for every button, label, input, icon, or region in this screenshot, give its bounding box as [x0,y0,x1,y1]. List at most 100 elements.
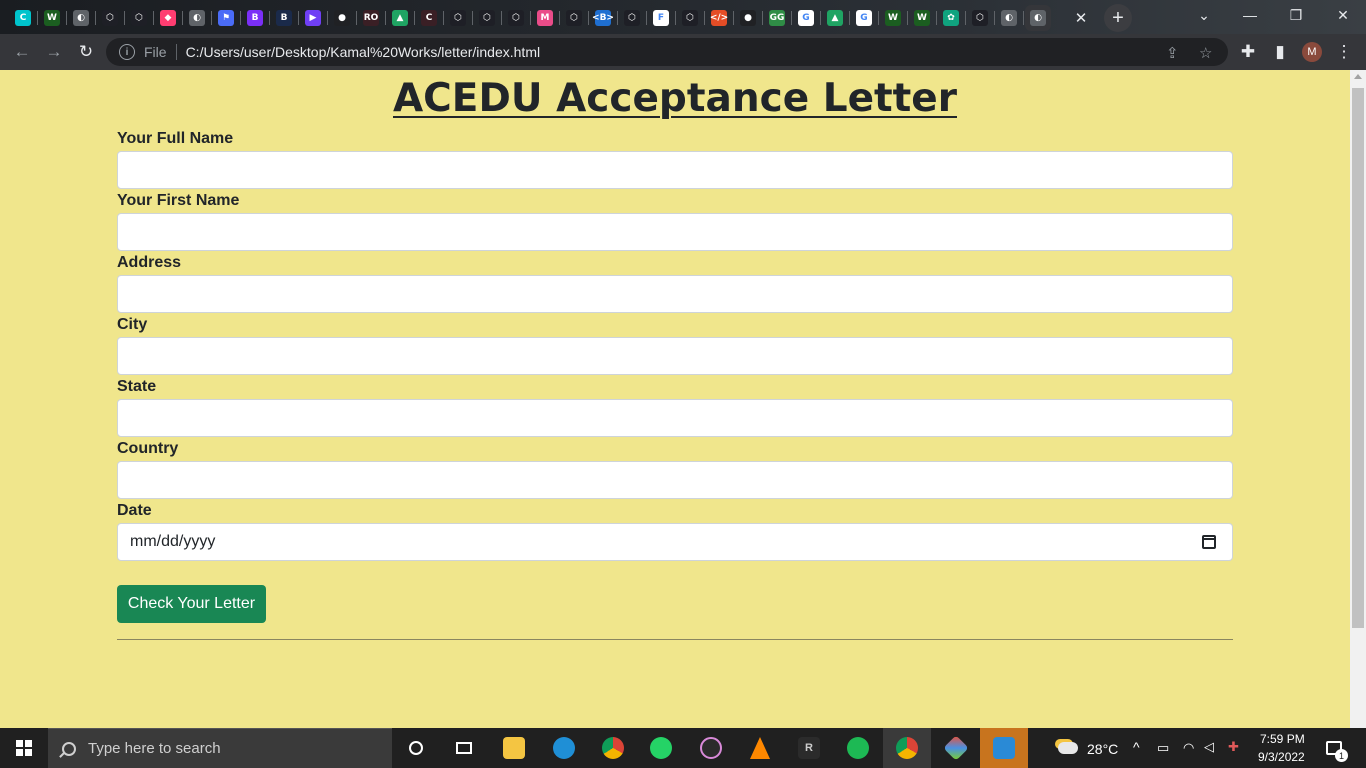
browser-tab[interactable]: ⬡ [967,5,993,31]
groove-music-icon[interactable] [695,732,727,764]
git-icon[interactable] [940,732,972,764]
volume-icon[interactable]: ◁ [1204,739,1214,755]
full-name-input[interactable] [117,151,1233,189]
extensions-puzzle-icon[interactable]: ✚ [1234,38,1262,66]
browser-tab[interactable]: F [648,5,674,31]
date-placeholder: mm/dd/yyyy [130,533,216,550]
scroll-thumb[interactable] [1352,88,1364,628]
taskbar-search-box[interactable]: Type here to search [48,728,392,768]
country-input[interactable] [117,461,1233,499]
browser-tab[interactable]: ⬡ [619,5,645,31]
browser-tab[interactable]: B [271,5,297,31]
clock-date[interactable]: 9/3/2022 [1258,750,1305,764]
close-tab-icon[interactable]: ✕ [1068,5,1094,31]
cortana-icon[interactable] [400,732,432,764]
browser-tab[interactable]: W [909,5,935,31]
webflow-icon: W [914,10,930,26]
vlc-icon[interactable] [744,732,776,764]
chrome-icon[interactable] [597,732,629,764]
browser-tab[interactable]: M [532,5,558,31]
profile-avatar[interactable]: M [1302,42,1322,62]
scroll-up-arrow-icon[interactable] [1354,74,1362,79]
browser-tab[interactable]: C [416,5,442,31]
file-explorer-icon[interactable] [498,732,530,764]
country-label: Country [117,440,179,457]
back-arrow-icon[interactable]: ← [8,38,36,66]
browser-tab[interactable]: ⬡ [503,5,529,31]
browser-tab[interactable]: ⬡ [561,5,587,31]
browser-tab[interactable]: ◐ [996,5,1022,31]
browser-tab[interactable]: ● [735,5,761,31]
tab-separator [153,11,154,25]
globe-icon: ◐ [73,10,89,26]
browser-tab[interactable]: G [793,5,819,31]
browser-tab[interactable]: B [242,5,268,31]
new-tab-button[interactable]: + [1104,4,1132,32]
browser-tab[interactable]: GG [764,5,790,31]
edge-icon[interactable] [548,732,580,764]
tab-search-chevron-icon[interactable]: ⌄ [1181,0,1227,30]
browser-tab[interactable]: ⬡ [445,5,471,31]
tray-chevron-up-icon[interactable]: ^ [1133,739,1140,755]
forward-arrow-icon[interactable]: → [40,38,68,66]
browser-tab[interactable]: ✿ [938,5,964,31]
start-button[interactable] [0,728,48,768]
share-icon[interactable]: ⇪ [1166,44,1179,62]
state-input[interactable] [117,399,1233,437]
task-view-icon[interactable] [448,732,480,764]
browser-tab[interactable]: </> [706,5,732,31]
info-icon[interactable]: i [119,44,135,60]
browser-tab[interactable]: ◐ [1025,5,1051,31]
browser-tab[interactable]: ◐ [184,5,210,31]
notification-icon[interactable]: 1 [1318,732,1350,764]
address-bar[interactable]: i File C:/Users/user/Desktop/Kamal%20Wor… [106,38,1228,66]
battery-icon[interactable]: ▭ [1157,740,1169,756]
calendar-icon[interactable] [1202,535,1216,549]
clock-time[interactable]: 7:59 PM [1260,732,1305,746]
browser-tab[interactable]: ⬡ [474,5,500,31]
minimize-icon[interactable]: — [1227,0,1273,30]
spotify-icon[interactable] [842,732,874,764]
browser-tab[interactable]: ▶ [300,5,326,31]
vscode-icon[interactable] [988,732,1020,764]
weather-temperature[interactable]: 28°C [1087,741,1118,757]
first-name-input[interactable] [117,213,1233,251]
browser-tab[interactable]: ⬡ [97,5,123,31]
browser-tab[interactable]: ▲ [822,5,848,31]
restore-icon[interactable]: ❐ [1273,0,1319,30]
page-scrollbar[interactable] [1350,70,1366,728]
browser-tab[interactable]: <B> [590,5,616,31]
bookmark-star-icon[interactable]: ☆ [1199,44,1212,62]
browser-tab[interactable]: ⬡ [677,5,703,31]
side-panel-icon[interactable]: ▮ [1266,38,1294,66]
browser-tab[interactable]: ▲ [387,5,413,31]
address-url[interactable]: C:/Users/user/Desktop/Kamal%20Works/lett… [186,44,541,60]
browser-tab[interactable]: ● [329,5,355,31]
window-close-icon[interactable]: ✕ [1320,0,1366,30]
reload-icon[interactable]: ↻ [72,38,100,66]
browser-tab[interactable]: ⬡ [126,5,152,31]
date-label: Date [117,502,152,519]
date-input[interactable]: mm/dd/yyyy [117,523,1233,561]
whatsapp-icon[interactable] [645,732,677,764]
browser-tab[interactable]: ◐ [68,5,94,31]
wifi-icon[interactable]: ◠ [1183,740,1194,756]
browser-tab[interactable]: W [880,5,906,31]
weather-icon[interactable] [1052,732,1084,764]
chrome-profile-icon[interactable] [891,732,923,764]
r-app-icon[interactable]: R [793,732,825,764]
browser-tab[interactable]: RO [358,5,384,31]
browser-tab[interactable]: W [39,5,65,31]
browser-tab[interactable]: ◆ [155,5,181,31]
browser-tab[interactable]: G [851,5,877,31]
first-name-label: Your First Name [117,192,240,209]
app-tray-icon[interactable]: ✚ [1228,739,1239,755]
menu-kebab-icon[interactable]: ⋮ [1330,38,1358,66]
browser-tab[interactable]: ⚑ [213,5,239,31]
check-letter-button[interactable]: Check Your Letter [117,585,266,623]
tab-separator [733,11,734,25]
address-input[interactable] [117,275,1233,313]
browser-tab[interactable]: C [10,5,36,31]
codepen-icon: ⬡ [682,10,698,26]
city-input[interactable] [117,337,1233,375]
